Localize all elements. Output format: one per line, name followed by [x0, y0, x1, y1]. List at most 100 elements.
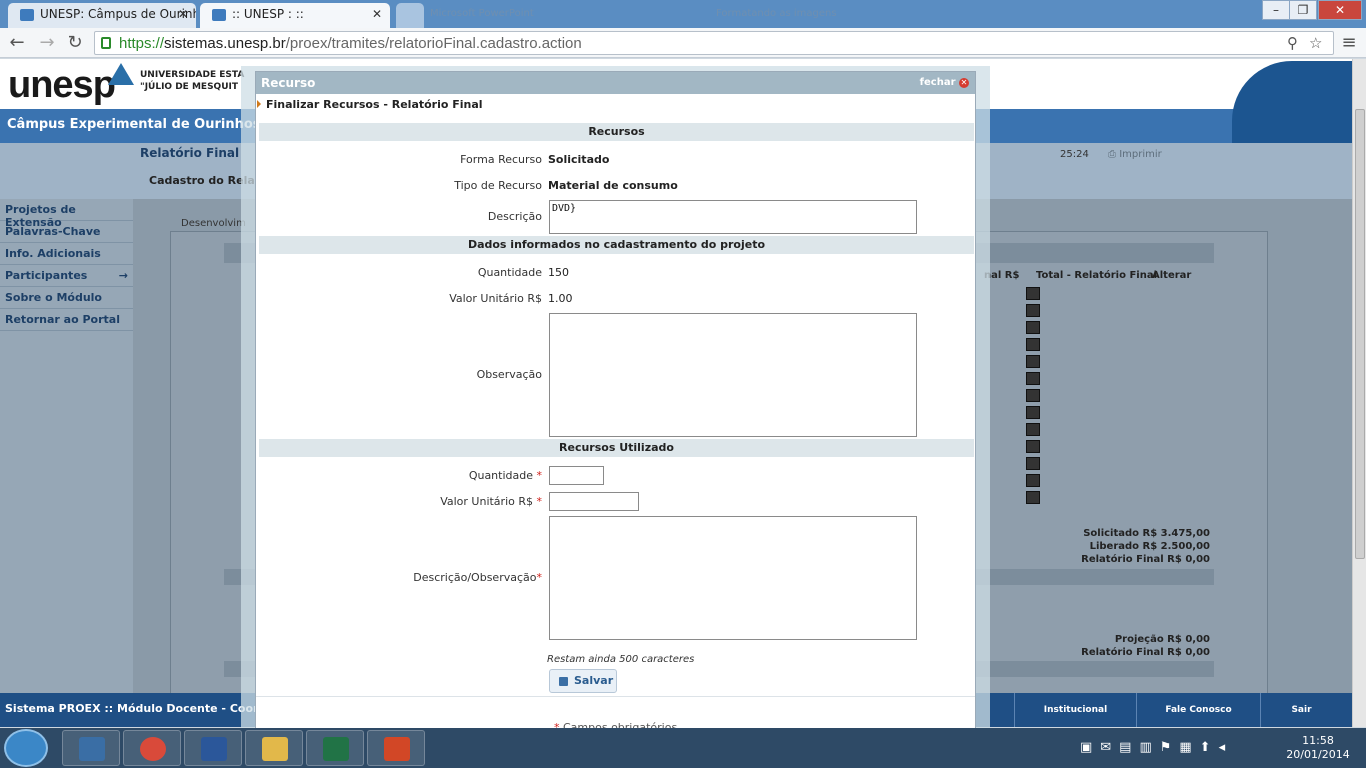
address-toolbar: ← → ↻ https://sistemas.unesp.br/proex/tr… — [0, 28, 1366, 58]
zoom-icon[interactable]: ⚲ — [1287, 34, 1298, 52]
sidebar-item-palavras-chave[interactable]: Palavras-Chave — [0, 221, 133, 243]
save-button[interactable]: Salvar — [549, 669, 617, 693]
browser-tab-unesp-ourinhos[interactable]: UNESP: Câmpus de Ourinh ✕ — [8, 3, 196, 28]
url-bar[interactable]: https://sistemas.unesp.br/proex/tramites… — [94, 31, 1334, 55]
observacao-textarea[interactable] — [549, 313, 917, 437]
tab-title: UNESP: Câmpus de Ourinh — [40, 7, 196, 21]
util-descricao-textarea[interactable] — [549, 516, 917, 640]
browser-tab-active[interactable]: :: UNESP : :: ✕ — [200, 3, 390, 28]
table-row: 0,00 — [990, 438, 1366, 455]
modal-title: Recurso — [261, 76, 316, 90]
scrollbar-thumb[interactable] — [1355, 109, 1365, 559]
resource-table: 0,000,000,000,000,000,000,000,000,000,00… — [990, 285, 1366, 506]
reload-button[interactable]: ↻ — [64, 32, 86, 54]
back-button[interactable]: ← — [6, 32, 28, 54]
table-row: 0,00 — [990, 285, 1366, 302]
lock-icon — [101, 37, 111, 49]
edit-floppy-icon[interactable] — [1026, 406, 1040, 419]
projection-summary: Projeção R$ 0,00 Relatório Final R$ 0,00 — [1081, 634, 1210, 658]
page-scrollbar[interactable] — [1352, 59, 1366, 727]
excel-icon — [323, 737, 349, 761]
util-valor-label: Valor Unitário R$ * — [440, 495, 542, 508]
section-dados-projeto: Dados informados no cadastramento do pro… — [259, 236, 974, 254]
footer-link-sair[interactable]: Sair — [1260, 693, 1342, 727]
forward-button[interactable]: → — [36, 32, 58, 54]
edit-floppy-icon[interactable] — [1026, 457, 1040, 470]
edit-floppy-icon[interactable] — [1026, 389, 1040, 402]
col-header-total: Total - Relatório Final — [1036, 270, 1158, 281]
util-valor-input[interactable] — [549, 492, 639, 511]
table-row: 0,00 — [990, 353, 1366, 370]
quantidade-value: 150 — [548, 266, 569, 279]
taskbar-explorer[interactable] — [245, 730, 303, 766]
tipo-recurso-value: Material de consumo — [548, 179, 678, 192]
descricao-label: Descrição — [487, 210, 542, 223]
taskbar-thunderbird[interactable] — [62, 730, 120, 766]
quantidade-label: Quantidade — [477, 266, 542, 279]
edit-floppy-icon[interactable] — [1026, 287, 1040, 300]
window-close-button[interactable]: ✕ — [1318, 0, 1362, 20]
observacao-label: Observação — [476, 368, 542, 381]
edit-floppy-icon[interactable] — [1026, 321, 1040, 334]
table-row: 0,00 — [990, 387, 1366, 404]
valor-unitario-label: Valor Unitário R$ — [449, 292, 542, 305]
util-quantidade-input[interactable] — [549, 466, 604, 485]
taskbar-powerpoint[interactable] — [367, 730, 425, 766]
edit-floppy-icon[interactable] — [1026, 491, 1040, 504]
sidebar-item-participantes[interactable]: Participantes → — [0, 265, 133, 287]
sidebar-item-projetos[interactable]: Projetos de Extensão — [0, 199, 133, 229]
modal-subtitle: Finalizar Recursos - Relatório Final — [256, 98, 483, 111]
tipo-recurso-label: Tipo de Recurso — [454, 179, 542, 192]
edit-floppy-icon[interactable] — [1026, 440, 1040, 453]
edit-floppy-icon[interactable] — [1026, 338, 1040, 351]
footer-link-institucional[interactable]: Institucional — [1014, 693, 1136, 727]
valor-unitario-value: 1.00 — [548, 292, 573, 305]
edit-floppy-icon[interactable] — [1026, 304, 1040, 317]
close-icon: ✕ — [959, 78, 969, 88]
minimize-button[interactable]: – — [1262, 0, 1290, 20]
edit-floppy-icon[interactable] — [1026, 372, 1040, 385]
chrome-icon — [140, 737, 166, 761]
util-descricao-label: Descrição/Observação* — [413, 571, 542, 584]
campus-name: Câmpus Experimental de Ourinhos — [7, 117, 261, 132]
edit-floppy-icon[interactable] — [1026, 474, 1040, 487]
descricao-textarea[interactable]: DVD} — [549, 200, 917, 234]
sidebar-item-info-adicionais[interactable]: Info. Adicionais — [0, 243, 133, 265]
table-row: 0,00 — [990, 421, 1366, 438]
word-icon — [201, 737, 227, 761]
modal-close-button[interactable]: fechar ✕ — [920, 77, 969, 88]
taskbar-word[interactable] — [184, 730, 242, 766]
taskbar-clock[interactable]: 11:58 20/01/2014 — [1280, 734, 1356, 762]
col-header-alterar: Alterar — [1152, 270, 1192, 281]
menu-icon[interactable]: ≡ — [1338, 32, 1360, 54]
windows-taskbar: ▣✉▤▥⚑▦⬆◂ 11:58 20/01/2014 — [0, 728, 1366, 768]
chars-remaining: Restam ainda 500 caracteres — [547, 654, 695, 665]
folder-icon — [262, 737, 288, 761]
close-tab-icon[interactable]: ✕ — [178, 7, 188, 21]
totals-summary: Solicitado R$ 3.475,00 Liberado R$ 2.500… — [1081, 528, 1210, 565]
tab-desenvolvimento[interactable]: Desenvolvim — [181, 218, 246, 229]
unesp-favicon-icon — [212, 9, 226, 21]
table-row: 0,00 — [990, 455, 1366, 472]
sidebar-item-retornar[interactable]: Retornar ao Portal — [0, 309, 133, 331]
unesp-logo[interactable]: unesp — [8, 64, 116, 107]
modal-header: Recurso fechar ✕ — [256, 72, 975, 94]
footer-link-fale-conosco[interactable]: Fale Conosco — [1136, 693, 1260, 727]
edit-floppy-icon[interactable] — [1026, 423, 1040, 436]
table-row: 0,00 — [990, 489, 1366, 506]
session-timer: 25:24 — [1060, 149, 1089, 160]
edit-floppy-icon[interactable] — [1026, 355, 1040, 368]
taskbar-chrome[interactable] — [123, 730, 181, 766]
print-button[interactable]: ⎙ Imprimir — [1108, 149, 1162, 160]
taskbar-excel[interactable] — [306, 730, 364, 766]
maximize-button[interactable]: ❐ — [1289, 0, 1317, 20]
modal-divider — [256, 696, 975, 697]
new-tab-button[interactable] — [396, 3, 424, 28]
start-button[interactable] — [4, 729, 48, 767]
table-row: 0,00 — [990, 370, 1366, 387]
table-row: 0,00 — [990, 404, 1366, 421]
close-tab-icon[interactable]: ✕ — [372, 7, 382, 21]
bookmark-star-icon[interactable]: ☆ — [1309, 34, 1322, 52]
system-tray[interactable]: ▣✉▤▥⚑▦⬆◂ — [1080, 740, 1233, 755]
sidebar-item-sobre[interactable]: Sobre o Módulo — [0, 287, 133, 309]
